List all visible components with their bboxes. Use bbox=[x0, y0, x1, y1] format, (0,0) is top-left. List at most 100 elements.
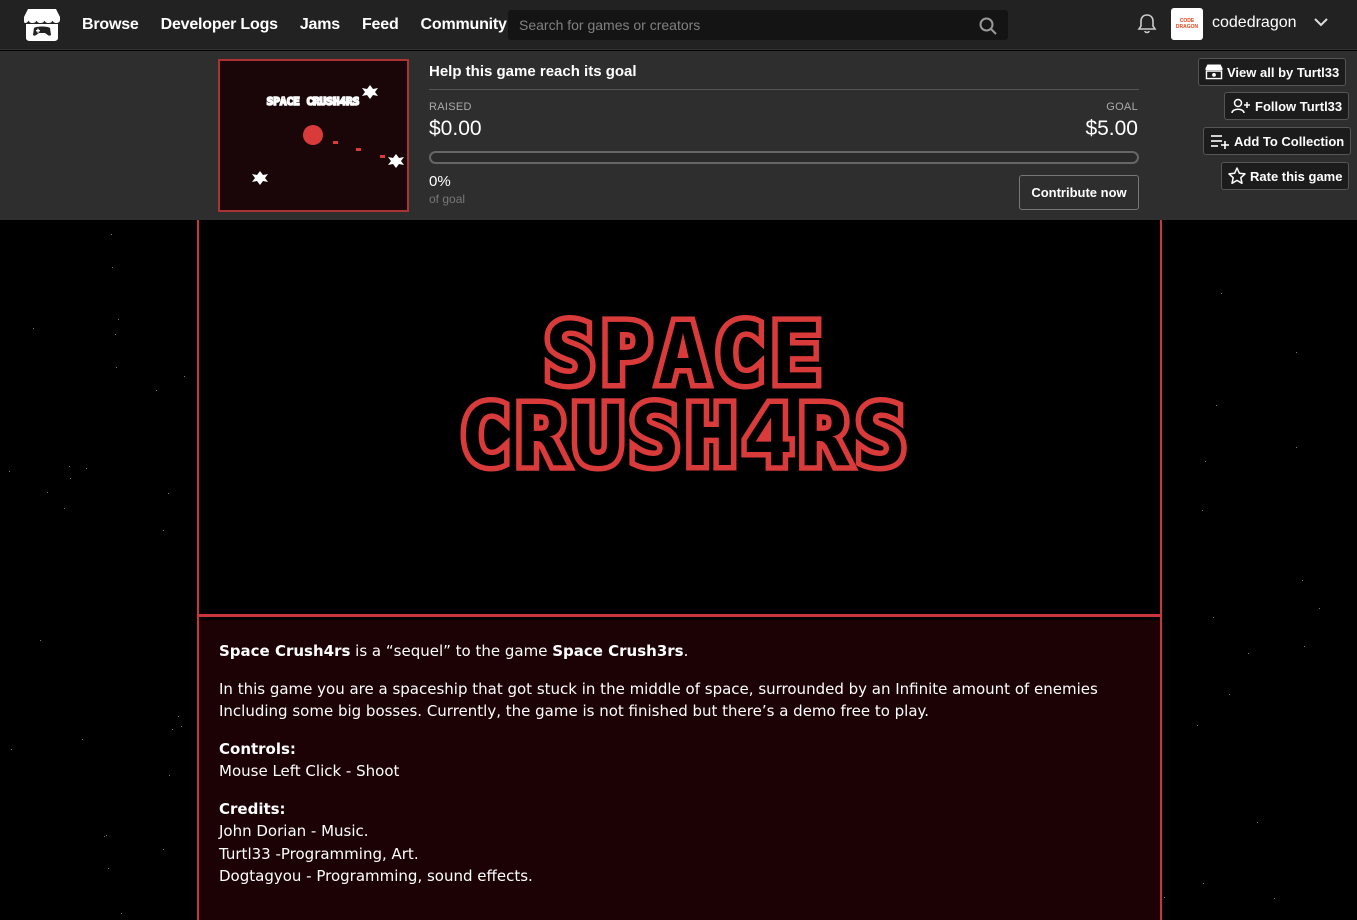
star-dot bbox=[1229, 694, 1230, 695]
credit-line: Turtl33 -Programming, Art. bbox=[219, 844, 419, 863]
user-avatar[interactable]: CODE DRAGON bbox=[1171, 8, 1203, 40]
itchio-logo-icon[interactable] bbox=[23, 8, 61, 42]
raised-label: RAISED bbox=[429, 101, 472, 113]
star-dot bbox=[112, 267, 113, 268]
star-dot bbox=[178, 716, 179, 717]
progress-percent: 0% bbox=[429, 173, 451, 190]
description-paragraph: In this game you are a spaceship that go… bbox=[219, 679, 1098, 721]
star-dot bbox=[111, 234, 112, 235]
star-dot bbox=[106, 835, 107, 836]
add-to-collection-button[interactable]: Add To Collection bbox=[1203, 127, 1352, 155]
star-dot bbox=[163, 530, 164, 531]
game-thumbnail[interactable]: SPACE CRUSH4RS bbox=[218, 59, 409, 212]
game-page-column: SPACE SPACE CRUSH4RS CRUSH4RS Space Crus… bbox=[197, 220, 1162, 920]
top-navigation-bar: Browse Developer Logs Jams Feed Communit… bbox=[0, 0, 1357, 50]
nav-browse[interactable]: Browse bbox=[82, 16, 139, 34]
star-dot bbox=[33, 328, 34, 329]
game-banner: SPACE SPACE CRUSH4RS CRUSH4RS bbox=[199, 220, 1160, 617]
star-dot bbox=[1203, 883, 1204, 884]
game-description: Space Crush4rs is a “sequel” to the game… bbox=[199, 620, 1160, 920]
credits-section: Credits: John Dorian - Music. Turtl33 -Pro… bbox=[219, 798, 1140, 888]
star-dot bbox=[70, 478, 71, 479]
controls-heading: Controls: bbox=[219, 739, 296, 758]
star-dot bbox=[169, 775, 170, 776]
star-dot bbox=[1302, 580, 1303, 581]
star-icon bbox=[1228, 167, 1246, 185]
chevron-down-icon[interactable] bbox=[1313, 16, 1329, 28]
star-dot bbox=[163, 849, 164, 850]
star-dot bbox=[9, 471, 10, 472]
view-all-label: View all by Turtl33 bbox=[1227, 64, 1340, 80]
star-dot bbox=[11, 749, 12, 750]
funding-goal-bar: SPACE CRUSH4RS Help this game reach its … bbox=[0, 51, 1357, 220]
star-dot bbox=[121, 913, 122, 914]
description-intro: Space Crush4rs is a “sequel” to the game… bbox=[219, 640, 1140, 663]
itchio-store-icon bbox=[1205, 64, 1223, 80]
star-dot bbox=[1213, 617, 1214, 618]
nav-developer-logs[interactable]: Developer Logs bbox=[161, 16, 278, 34]
add-collection-label: Add To Collection bbox=[1234, 133, 1345, 149]
star-dot bbox=[1221, 293, 1222, 294]
prequel-name: Space Crush3rs bbox=[552, 642, 684, 660]
search-input[interactable] bbox=[509, 11, 1007, 39]
star-dot bbox=[47, 492, 48, 493]
star-dot bbox=[104, 836, 105, 837]
star-dot bbox=[1216, 405, 1217, 406]
credit-line: Dogtagyou - Programming, sound effects. bbox=[219, 867, 533, 885]
star-dot bbox=[1197, 725, 1198, 726]
star-dot bbox=[168, 493, 169, 494]
star-dot bbox=[1257, 822, 1258, 823]
thumbnail-title: SPACE CRUSH4RS bbox=[267, 95, 360, 108]
view-all-by-creator-button[interactable]: View all by Turtl33 bbox=[1198, 58, 1347, 86]
star-dot bbox=[82, 739, 83, 740]
star-dot bbox=[115, 334, 116, 335]
rate-label: Rate this game bbox=[1250, 168, 1343, 184]
user-plus-icon bbox=[1231, 98, 1250, 114]
controls-line: Mouse Left Click - Shoot bbox=[219, 762, 400, 780]
star-dot bbox=[1205, 461, 1206, 462]
nav-community[interactable]: Community bbox=[421, 16, 507, 34]
star-dot bbox=[172, 729, 173, 730]
nav-feed[interactable]: Feed bbox=[362, 16, 399, 34]
star-dot bbox=[156, 390, 157, 391]
intro-end: . bbox=[683, 642, 689, 660]
star-dot bbox=[184, 376, 185, 377]
follow-creator-button[interactable]: Follow Turtl33 bbox=[1224, 92, 1350, 120]
rate-game-button[interactable]: Rate this game bbox=[1221, 162, 1350, 190]
star-dot bbox=[1164, 897, 1165, 898]
divider bbox=[429, 89, 1139, 90]
progress-bar bbox=[429, 151, 1139, 164]
star-dot bbox=[1274, 898, 1275, 899]
playlist-add-icon bbox=[1211, 135, 1229, 149]
star-dot bbox=[86, 468, 87, 469]
star-dot bbox=[1202, 510, 1203, 511]
credits-heading: Credits: bbox=[219, 799, 286, 818]
follow-label: Follow Turtl33 bbox=[1255, 98, 1343, 114]
star-dot bbox=[181, 726, 182, 727]
star-dot bbox=[1319, 608, 1320, 609]
star-dot bbox=[1296, 352, 1297, 353]
star-dot bbox=[1304, 646, 1305, 647]
of-goal-label: of goal bbox=[429, 192, 466, 206]
banner-title-line2-inner: CRUSH4RS bbox=[460, 387, 913, 485]
search-box bbox=[508, 10, 1008, 40]
nav-jams[interactable]: Jams bbox=[300, 16, 340, 34]
star-dot bbox=[40, 640, 41, 641]
game-name: Space Crush4rs bbox=[219, 642, 351, 660]
contribute-now-button[interactable]: Contribute now bbox=[1019, 175, 1139, 210]
search-icon[interactable] bbox=[979, 17, 997, 35]
goal-amount: $5.00 bbox=[1085, 117, 1138, 140]
notification-bell-icon[interactable] bbox=[1137, 13, 1157, 35]
star-dot bbox=[108, 868, 109, 869]
raised-amount: $0.00 bbox=[429, 117, 482, 140]
star-dot bbox=[1296, 447, 1297, 448]
goal-label: GOAL bbox=[1106, 101, 1138, 113]
star-dot bbox=[64, 508, 65, 509]
intro-text: is a “sequel” to the game bbox=[350, 642, 553, 660]
controls-section: Controls: Mouse Left Click - Shoot bbox=[219, 738, 1140, 783]
star-dot bbox=[116, 367, 117, 368]
star-dot bbox=[1248, 653, 1249, 654]
username-label[interactable]: codedragon bbox=[1212, 14, 1297, 32]
main-nav-links: Browse Developer Logs Jams Feed Communit… bbox=[82, 0, 529, 50]
credit-line: John Dorian - Music. bbox=[219, 822, 369, 840]
